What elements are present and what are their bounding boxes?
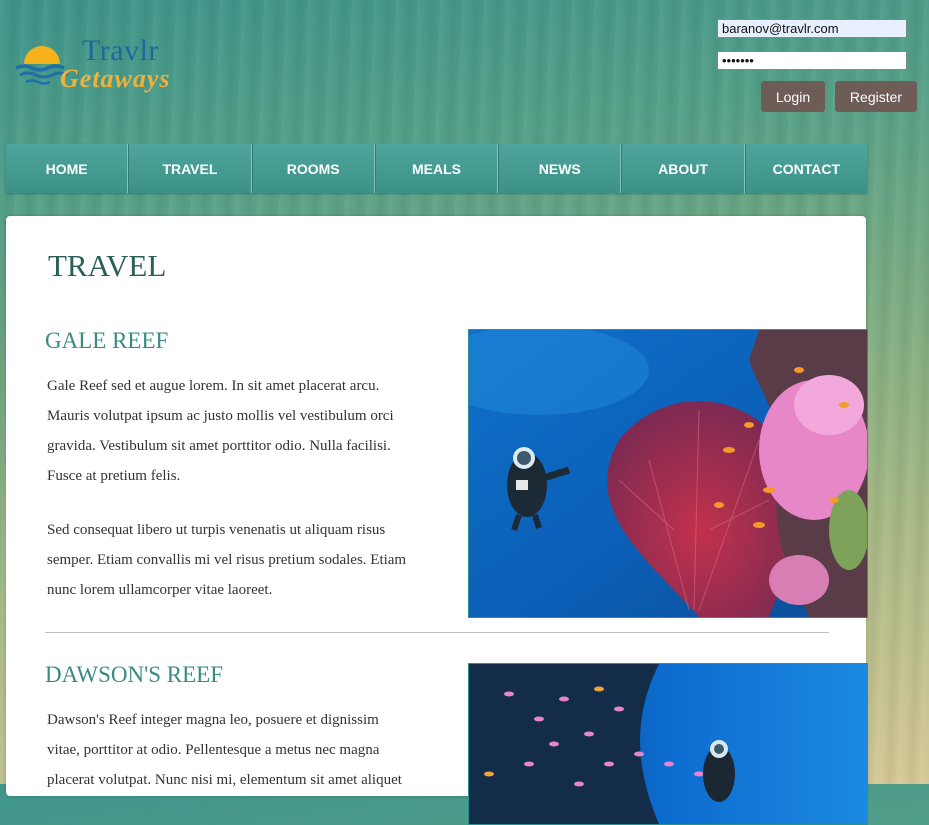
dawsons-reef-photo (468, 663, 868, 825)
entry-paragraph: Dawson's Reef integer magna leo, posuere… (47, 712, 402, 788)
reef-fish-image (469, 664, 867, 824)
nav-rooms[interactable]: ROOMS (251, 144, 375, 193)
nav-meals[interactable]: MEALS (374, 144, 499, 193)
nav-about[interactable]: ABOUT (621, 144, 745, 193)
travlr-logo[interactable]: Travlr Getaways (16, 34, 206, 104)
page-title: TRAVEL (48, 248, 167, 283)
travel-entry-gale-reef: GALE REEF Gale Reef sed et augue lorem. … (45, 328, 868, 618)
email-input[interactable] (717, 19, 907, 38)
content-panel: TRAVEL GALE REEF Gale Reef sed et augue … (6, 216, 868, 825)
nav-contact[interactable]: CONTACT (744, 144, 867, 193)
main-nav: HOME TRAVEL ROOMS MEALS NEWS ABOUT CONTA… (6, 144, 867, 193)
register-button[interactable]: Register (835, 81, 917, 112)
login-button[interactable]: Login (761, 81, 825, 112)
password-input[interactable] (717, 51, 907, 70)
nav-news[interactable]: NEWS (498, 144, 622, 193)
travel-entry-dawsons-reef: DAWSON'S REEF Dawson's Reef integer magn… (45, 662, 868, 825)
entry-paragraph: Sed consequat libero ut turpis venenatis… (47, 522, 407, 598)
entry-paragraph: Gale Reef sed et augue lorem. In sit ame… (47, 378, 394, 484)
logo-title: Travlr (82, 34, 159, 67)
gale-reef-photo (468, 329, 868, 618)
reef-diver-image (469, 330, 867, 617)
logo-subtitle: Getaways (60, 64, 171, 93)
nav-home[interactable]: HOME (6, 144, 129, 193)
section-divider (45, 632, 829, 633)
nav-travel[interactable]: TRAVEL (128, 144, 252, 193)
